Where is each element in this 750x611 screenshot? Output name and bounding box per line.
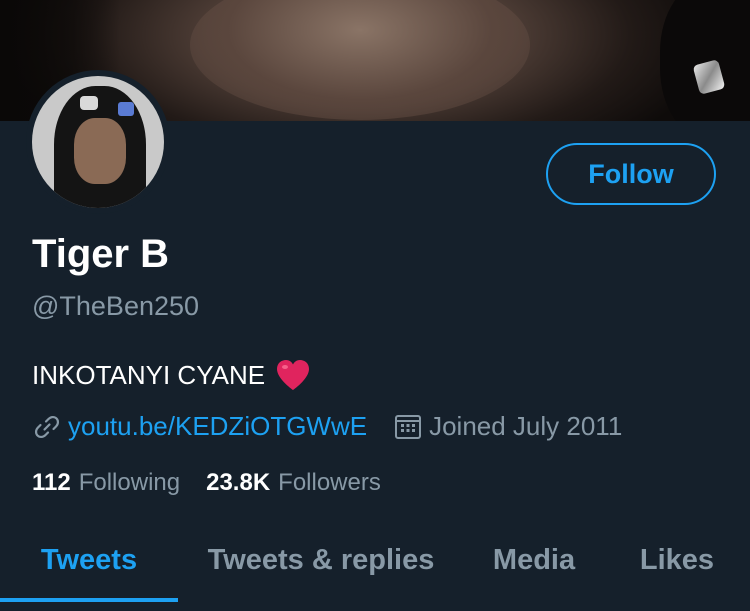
avatar-face	[74, 118, 126, 184]
profile-stats: 112 Following 23.8K Followers	[32, 469, 401, 497]
link-icon	[34, 415, 60, 438]
heart-icon	[277, 360, 310, 390]
following-count: 112	[32, 469, 71, 496]
following-label: Following	[78, 469, 181, 496]
banner-face	[190, 0, 530, 120]
avatar[interactable]	[26, 70, 170, 214]
tab-tweets[interactable]: Tweets	[0, 530, 178, 602]
profile-tabs: Tweets Tweets & replies Media Likes	[0, 530, 750, 611]
tab-tweets-and-replies[interactable]: Tweets & replies	[178, 530, 464, 590]
avatar-image	[32, 76, 164, 208]
tab-likes[interactable]: Likes	[604, 530, 750, 590]
banner-hair	[660, 0, 750, 121]
joined-date: Joined July 2011	[429, 411, 623, 441]
calendar-icon	[395, 414, 422, 439]
follow-button[interactable]: Follow	[546, 143, 716, 205]
avatar-hood-patch	[80, 96, 98, 110]
bio-text: INKOTANYI CYANE	[32, 359, 266, 390]
followers-label: Followers	[278, 469, 381, 496]
user-handle: @TheBen250	[32, 291, 200, 321]
tab-media[interactable]: Media	[464, 530, 604, 590]
following-stat[interactable]: 112 Following	[32, 469, 180, 497]
profile-link[interactable]: youtu.be/KEDZiOTGWwE	[68, 411, 367, 442]
profile-meta: youtu.be/KEDZiOTGWwE Joined July 2011	[32, 411, 622, 442]
followers-count: 23.8K	[206, 469, 271, 496]
avatar-hood-patch-blue	[118, 102, 134, 116]
display-name: Tiger B	[32, 232, 170, 276]
followers-stat[interactable]: 23.8K Followers	[206, 469, 381, 497]
profile-bio: INKOTANYI CYANE	[32, 358, 311, 392]
